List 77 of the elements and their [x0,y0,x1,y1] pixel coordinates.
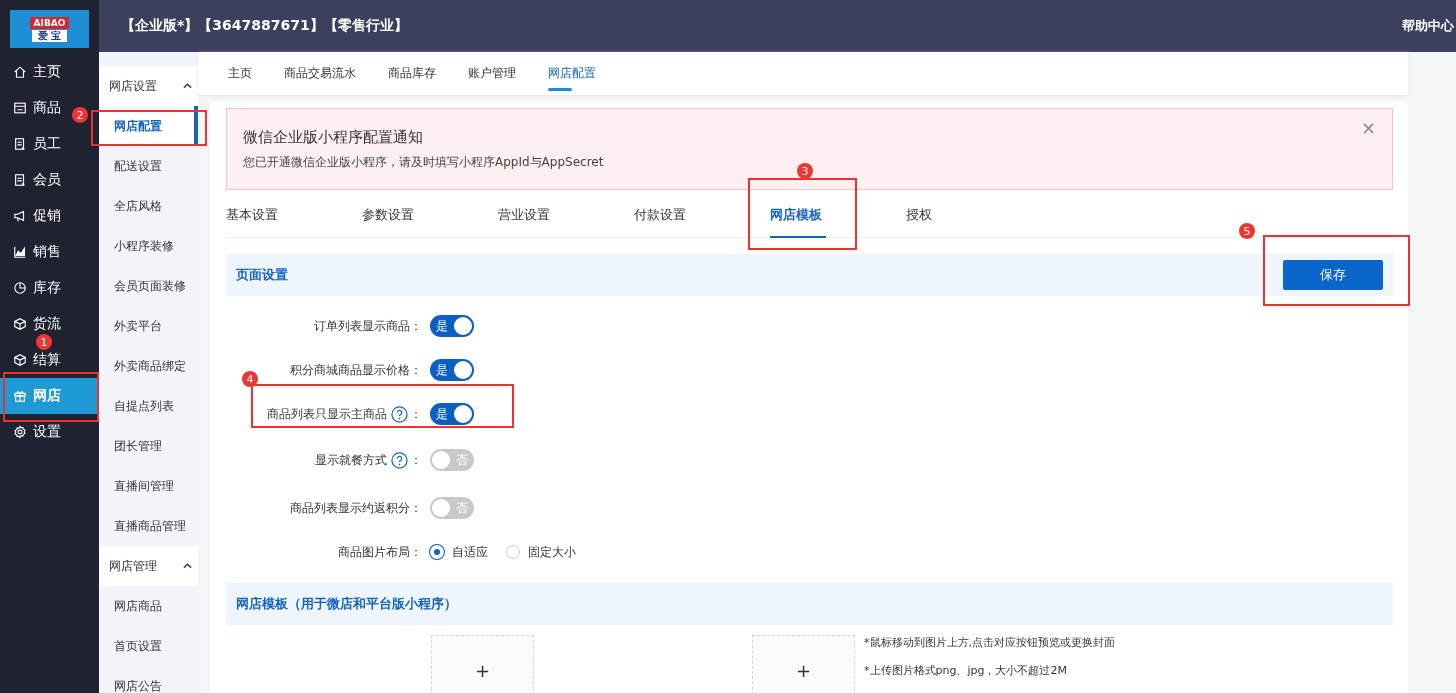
section-title: 页面设置 [236,266,288,284]
page-tab[interactable]: 网店配置 [536,52,616,95]
setting-label: 显示就餐方式 [315,451,387,469]
subnav-item[interactable]: 外卖平台 [99,306,198,346]
gift-icon [13,389,27,403]
subnav-item[interactable]: 首页设置 [99,626,198,666]
config-tab[interactable]: 参数设置 [362,190,498,237]
page-tab[interactable]: 商品交易流水 [272,52,376,95]
doc-icon [13,173,27,187]
section-title: 网店模板（用于微店和平台版小程序） [236,595,457,613]
subnav-item[interactable]: 会员页面装修 [99,266,198,306]
pie-icon [13,281,27,295]
account-tags: 【企业版*】【3647887671】【零售行业】 [121,17,408,35]
save-button[interactable]: 保存 [1283,260,1383,290]
help-icon[interactable] [391,405,408,423]
nav-item[interactable]: 商品 [13,98,61,118]
config-tab[interactable]: 授权 [906,190,1042,237]
notice-title: 微信企业版小程序配置通知 [243,127,424,147]
toggle-switch[interactable]: 是 [430,315,474,337]
doc-icon [13,137,27,151]
gear-icon [13,425,27,439]
nav-item[interactable]: 员工 [13,134,61,154]
subnav-item[interactable]: 小程序装修 [99,226,198,266]
logo: AIBAO 爱 宝 [10,10,89,48]
upload-note: *上传图片格式png、jpg，大小不超过2M [864,663,1068,678]
nav-item[interactable]: 设置 [13,422,61,442]
subnav-item[interactable]: 网店配置 [99,106,198,146]
upload-box[interactable]: + [431,635,534,693]
config-tab[interactable]: 付款设置 [634,190,770,237]
subnav-item[interactable]: 直播商品管理 [99,506,198,546]
page-tab[interactable]: 商品库存 [376,52,456,95]
toggle-switch[interactable]: 是 [430,359,474,381]
config-tab[interactable]: 网店模板 [770,190,906,237]
config-tab[interactable]: 营业设置 [498,190,634,237]
subnav-item[interactable]: 直播间管理 [99,466,198,506]
config-tab[interactable]: 基本设置 [226,190,362,237]
caret-icon [183,563,192,569]
setting-label: 商品列表只显示主商品 [267,405,387,423]
subnav-item[interactable]: 全店风格 [99,186,198,226]
upload-note: *鼠标移动到图片上方,点击对应按钮预览或更换封面 [864,635,1115,650]
cube-icon [13,353,27,367]
cube-icon [13,317,27,331]
subnav-item[interactable]: 团长管理 [99,426,198,466]
help-icon[interactable] [391,451,408,469]
nav-item[interactable]: 促销 [13,206,61,226]
caret-icon [183,83,192,89]
setting-label: 积分商城商品显示价格： [290,361,422,379]
subnav-item[interactable]: 自提点列表 [99,386,198,426]
upload-box[interactable]: + [752,635,855,693]
subnav-item[interactable]: 外卖商品绑定 [99,346,198,386]
colon: ： [410,451,422,469]
colon: ： [410,405,422,423]
subnav-item[interactable]: 网店商品 [99,586,198,626]
help-center-link[interactable]: 帮助中心 [1402,17,1454,35]
radio-option[interactable]: 固定大小 [506,543,576,561]
nav-item[interactable]: 结算 [13,350,61,370]
setting-label: 商品列表显示约返积分： [290,499,422,517]
page-tab[interactable]: 账户管理 [456,52,536,95]
nav-item[interactable]: 主页 [13,62,61,82]
notice-text: 您已开通微信企业版小程序，请及时填写小程序AppId与AppSecret [243,153,604,171]
setting-label: 订单列表显示商品： [314,317,422,335]
nav-item[interactable]: 库存 [13,278,61,298]
nav-item[interactable]: 销售 [13,242,61,262]
subnav-group-header[interactable]: 网店设置 [99,66,198,106]
radio-option[interactable]: 自适应 [430,543,488,561]
nav-item[interactable]: 货流 [13,314,61,334]
horn-icon [13,209,27,223]
subnav-group-header[interactable]: 网店管理 [99,546,198,586]
shop-icon [13,101,27,115]
chart-icon [13,245,27,259]
page-tab[interactable]: 主页 [216,52,272,95]
setting-label: 商品图片布局： [338,543,422,561]
subnav-item[interactable]: 网店公告 [99,666,198,693]
toggle-switch[interactable]: 是 [430,403,474,425]
home-icon [13,65,27,79]
nav-item[interactable]: 会员 [13,170,61,190]
subnav-item[interactable]: 配送设置 [99,146,198,186]
